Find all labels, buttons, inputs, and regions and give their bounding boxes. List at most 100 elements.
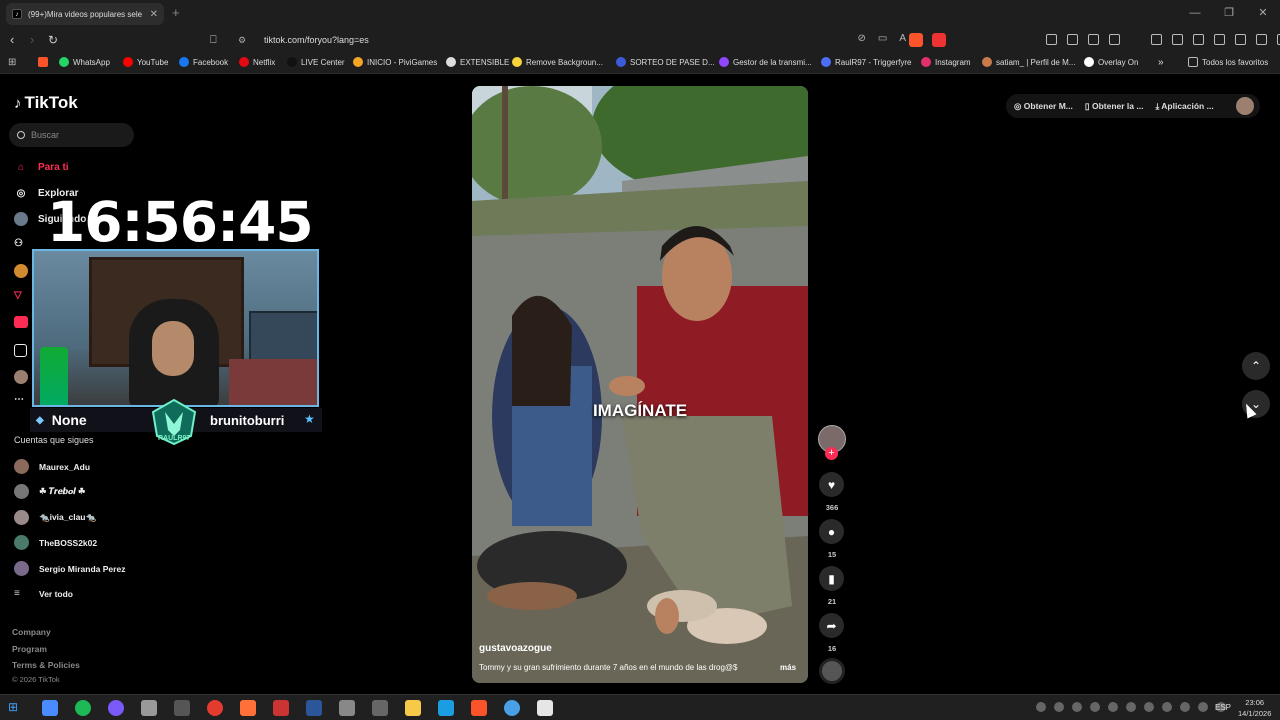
reader-icon[interactable]: ▭ [878,33,887,44]
download-icon[interactable] [1151,34,1162,45]
previous-video-button[interactable]: ⌃ [1242,352,1270,380]
taskbar-clock[interactable]: 23:06 14/1/2026 [1238,697,1271,719]
close-tab-icon[interactable]: ✕ [150,9,158,20]
windows-start-icon[interactable]: ⊞ [8,700,24,716]
following-item[interactable]: TheBOSS2k02 [14,535,97,550]
all-bookmarks-folder[interactable]: Todos los favoritos [1188,57,1268,67]
bookmark-page-icon[interactable]: ⎕ [210,31,217,49]
sidebar-icon[interactable] [1193,34,1204,45]
tray-icon[interactable] [1144,702,1154,712]
taskbar-app-icon[interactable] [339,700,355,716]
tray-icon[interactable] [1054,702,1064,712]
taskbar-app-icon[interactable] [405,700,421,716]
bookmark-item[interactable]: Overlay On [1084,57,1138,67]
more-icon[interactable]: ⋯ [14,394,24,405]
extension-icon[interactable] [1046,34,1057,45]
video-author[interactable]: gustavoazogue [479,643,552,654]
taskbar-app-icon[interactable] [438,700,454,716]
follow-plus-icon[interactable]: + [825,447,838,460]
tray-icon[interactable] [1072,702,1082,712]
language-indicator[interactable]: ESP [1215,703,1231,712]
music-disc-icon[interactable] [819,658,845,684]
following-item[interactable]: Maurex_Adu [14,459,90,474]
bookmark-item[interactable]: YouTube [123,57,168,67]
extension-icon[interactable] [1067,34,1078,45]
back-icon[interactable]: ‹ [10,31,14,49]
footer-terms[interactable]: Terms & Policies [12,660,80,670]
vpn-icon[interactable] [1256,34,1267,45]
user-avatar[interactable] [1236,97,1254,115]
new-tab-button[interactable]: + [172,5,180,20]
bookmark-item[interactable]: RaulR97 - Triggerfyre [821,57,911,67]
tray-icon[interactable] [1162,702,1172,712]
close-window-icon[interactable]: ✕ [1246,0,1280,28]
bookmark-item[interactable]: WhatsApp [59,57,110,67]
extension-icon[interactable] [1109,34,1120,45]
nav-item-for-you[interactable]: ⌂ Para ti [14,160,69,174]
media-icon[interactable] [1172,34,1183,45]
bookmarks-overflow-icon[interactable]: » [1158,57,1164,68]
friends-icon[interactable]: ⚇ [14,238,23,249]
bookmark-item[interactable]: INICIO - PiviGames [353,57,437,67]
bookmark-item[interactable]: Netflix [239,57,275,67]
following-item[interactable]: Sergio Miranda Perez [14,561,125,576]
profile-avatar-icon[interactable] [14,370,28,384]
share-button[interactable]: ➦ [819,613,844,638]
taskbar-app-icon[interactable] [42,700,58,716]
tray-icon[interactable] [1126,702,1136,712]
reload-icon[interactable]: ↻ [48,31,58,49]
wallet-icon[interactable] [1214,34,1225,45]
site-info-icon[interactable]: ⚙ [238,35,252,46]
taskbar-app-icon[interactable] [273,700,289,716]
brave-shields-icon[interactable] [909,33,923,47]
save-button[interactable]: ▮ [819,566,844,591]
upload-icon[interactable] [14,344,27,357]
get-app-button[interactable]: ▯ Obtener la ... [1085,101,1144,112]
following-item[interactable]: ☘ 𝑻𝒓𝒆𝒃𝒐𝒍 ☘ [14,484,85,499]
forward-icon[interactable]: › [30,31,34,49]
brave-bookmark-icon[interactable] [38,57,52,67]
footer-company[interactable]: Company [12,627,51,637]
comment-button[interactable]: ● [819,519,844,544]
brave-rewards-icon[interactable] [932,33,946,47]
like-button[interactable]: ♥ [819,472,844,497]
tray-icon[interactable] [1180,702,1190,712]
footer-program[interactable]: Program [12,644,47,654]
get-coins-button[interactable]: ◎ Obtener M... [1014,101,1073,112]
bookmark-item[interactable]: Remove Backgroun... [512,57,603,67]
taskbar-app-icon[interactable] [240,700,256,716]
leo-ai-icon[interactable] [1235,34,1246,45]
bookmark-item[interactable]: Gestor de la transmi... [719,57,812,67]
taskbar-app-icon[interactable] [306,700,322,716]
bookmark-item[interactable]: EXTENSIBLE [446,57,509,67]
translate-icon[interactable]: A [899,33,906,44]
taskbar-app-icon[interactable] [471,700,487,716]
tray-icon[interactable] [1108,702,1118,712]
bookmark-item[interactable]: LIVE Center [287,57,345,67]
taskbar-app-icon[interactable] [537,700,553,716]
bookmark-item[interactable]: satiam_ | Perfil de M... [982,57,1075,67]
more-link[interactable]: más [780,663,796,672]
taskbar-app-icon[interactable] [108,700,124,716]
video-player[interactable] [472,86,808,683]
minimize-icon[interactable]: — [1178,0,1212,28]
extension-icon[interactable] [1088,34,1099,45]
wifi-icon[interactable] [1198,702,1208,712]
bookmark-item[interactable]: SORTEO DE PASE D... [616,57,715,67]
taskbar-app-icon[interactable] [207,700,223,716]
search-input[interactable]: Buscar [9,123,134,147]
messages-icon[interactable] [14,316,28,328]
bookmark-item[interactable]: Facebook [179,57,228,67]
taskbar-app-icon[interactable] [504,700,520,716]
desktop-app-button[interactable]: ⤓ Aplicación ... [1155,101,1213,112]
live-avatar-icon[interactable] [14,264,28,278]
taskbar-app-icon[interactable] [174,700,190,716]
see-all-button[interactable]: ≡ Ver todo [14,588,73,599]
following-item[interactable]: 🐀ivia_clau🐀 [14,510,96,525]
tray-icon[interactable] [1036,702,1046,712]
live-icon[interactable]: ▽ [14,290,22,301]
tiktok-logo[interactable]: ♪ TikTok [14,93,78,113]
address-bar[interactable]: ⚙ tiktok.com/foryou?lang=es [230,30,954,50]
restore-icon[interactable]: ❐ [1212,0,1246,28]
taskbar-app-icon[interactable] [372,700,388,716]
